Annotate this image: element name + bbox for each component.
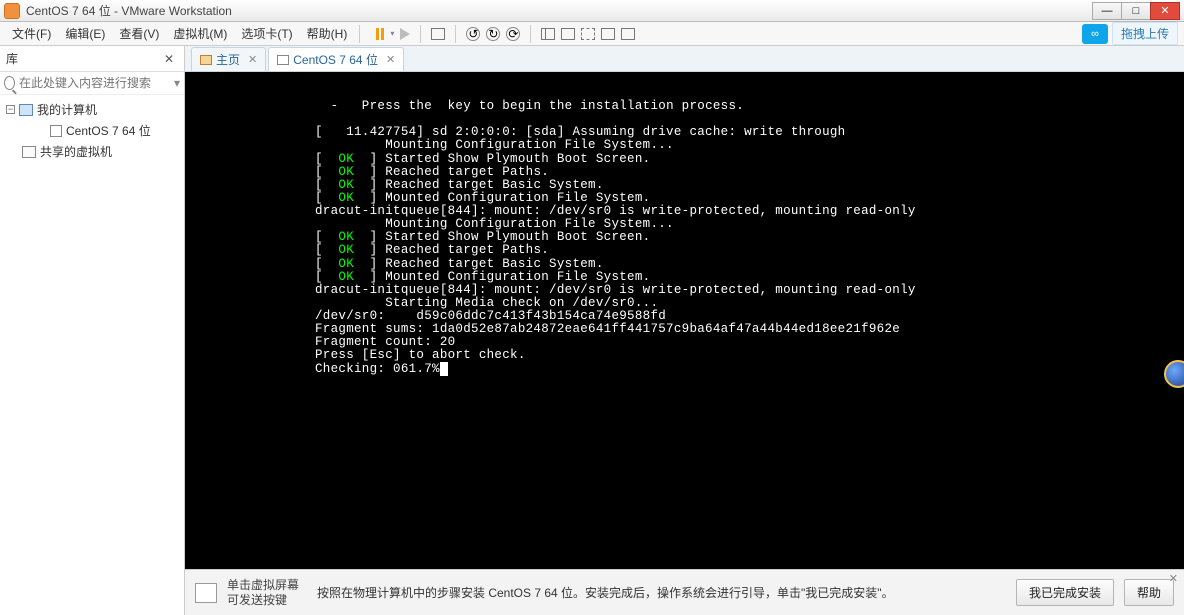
vm-tab-icon: [277, 55, 289, 65]
pause-icon[interactable]: [376, 28, 384, 40]
help-button[interactable]: 帮助: [1124, 579, 1174, 606]
hint-small-text: 单击虚拟屏幕 可发送按键: [227, 578, 307, 607]
play-icon[interactable]: [400, 28, 410, 40]
vm-icon: [50, 125, 62, 137]
clock3-icon[interactable]: ⟳: [506, 27, 520, 41]
close-button[interactable]: ✕: [1150, 2, 1180, 20]
multimon-icon[interactable]: [621, 28, 635, 40]
sidebar: 库 ✕ ▾ − 我的计算机 CentOS 7 64 位 共享的虚拟机: [0, 46, 185, 615]
library-tree: − 我的计算机 CentOS 7 64 位 共享的虚拟机: [0, 95, 184, 166]
search-dropdown-icon[interactable]: ▾: [174, 76, 180, 90]
tree-vm-centos[interactable]: CentOS 7 64 位: [2, 120, 182, 141]
sidebar-title: 库: [6, 50, 160, 67]
tree-root-label: 我的计算机: [37, 101, 97, 118]
sidebar-close-icon[interactable]: ✕: [160, 52, 178, 66]
maximize-button[interactable]: □: [1121, 2, 1151, 20]
cloud-icon[interactable]: ∞: [1082, 24, 1108, 44]
menubar: 文件(F) 编辑(E) 查看(V) 虚拟机(M) 选项卡(T) 帮助(H) ▾ …: [0, 22, 1184, 46]
shared-icon: [22, 146, 36, 158]
clock-icon[interactable]: ↺: [466, 27, 480, 41]
hint-icon: [195, 583, 217, 603]
hint-close-icon[interactable]: ✕: [1169, 572, 1178, 585]
window-titlebar: CentOS 7 64 位 - VMware Workstation — □ ✕: [0, 0, 1184, 22]
unity-icon[interactable]: [601, 28, 615, 40]
decorative-orb: [1164, 360, 1184, 388]
upload-label[interactable]: 拖拽上传: [1112, 22, 1178, 45]
collapse-icon[interactable]: −: [6, 105, 15, 114]
menu-vm[interactable]: 虚拟机(M): [167, 23, 233, 44]
tab-home-label: 主页: [216, 51, 240, 68]
app-icon: [4, 3, 20, 19]
clock2-icon[interactable]: ↻: [486, 27, 500, 41]
layout1-icon[interactable]: [541, 28, 555, 40]
tree-my-computer[interactable]: − 我的计算机: [2, 99, 182, 120]
tab-home-close-icon[interactable]: ✕: [248, 53, 257, 66]
window-title: CentOS 7 64 位 - VMware Workstation: [26, 2, 1093, 19]
home-icon: [200, 55, 212, 65]
search-input[interactable]: [19, 76, 174, 90]
tab-home[interactable]: 主页 ✕: [191, 47, 266, 71]
fullscreen-icon[interactable]: [581, 28, 595, 40]
hint-main-text: 按照在物理计算机中的步骤安装 CentOS 7 64 位。安装完成后，操作系统会…: [317, 584, 1006, 601]
install-hint-bar: ✕ 单击虚拟屏幕 可发送按键 按照在物理计算机中的步骤安装 CentOS 7 6…: [185, 569, 1184, 615]
snapshot-icon[interactable]: [431, 28, 445, 40]
layout2-icon[interactable]: [561, 28, 575, 40]
tab-vm[interactable]: CentOS 7 64 位 ✕: [268, 47, 404, 71]
menu-help[interactable]: 帮助(H): [301, 23, 354, 44]
tab-vm-close-icon[interactable]: ✕: [386, 53, 395, 66]
tree-shared-vms[interactable]: 共享的虚拟机: [2, 141, 182, 162]
pause-dropdown-icon[interactable]: ▾: [390, 29, 394, 38]
install-done-button[interactable]: 我已完成安装: [1016, 579, 1114, 606]
menu-tabs[interactable]: 选项卡(T): [235, 23, 298, 44]
search-icon: [4, 76, 15, 90]
tree-vm-label: CentOS 7 64 位: [66, 122, 151, 139]
tab-vm-label: CentOS 7 64 位: [293, 51, 378, 68]
menu-view[interactable]: 查看(V): [113, 23, 165, 44]
tab-strip: 主页 ✕ CentOS 7 64 位 ✕: [185, 46, 1184, 72]
vm-console[interactable]: - Press the key to begin the installatio…: [185, 72, 1184, 569]
menu-edit[interactable]: 编辑(E): [59, 23, 111, 44]
tree-shared-label: 共享的虚拟机: [40, 143, 112, 160]
minimize-button[interactable]: —: [1092, 2, 1122, 20]
menu-file[interactable]: 文件(F): [6, 23, 57, 44]
computer-icon: [19, 104, 33, 116]
